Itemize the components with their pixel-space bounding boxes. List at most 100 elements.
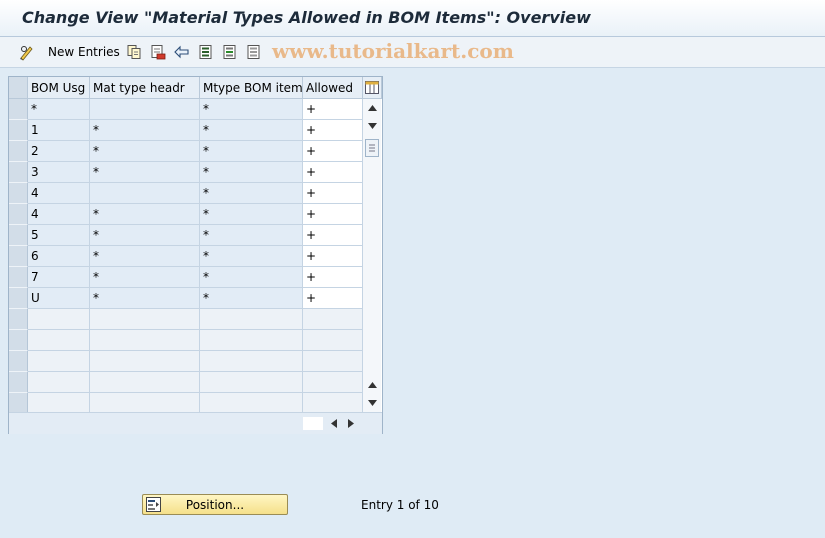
column-header-mtype-bom-item[interactable]: Mtype BOM item xyxy=(200,77,303,99)
cell-mtype-bom-item: * xyxy=(200,99,303,120)
cell-mtype-bom-item: * xyxy=(200,162,303,183)
cell-allowed[interactable]: + xyxy=(303,288,363,309)
application-toolbar: New Entries www.tutorialkart.com xyxy=(0,37,825,68)
cell-mat-type-headr xyxy=(90,393,200,414)
copy-icon[interactable] xyxy=(126,42,142,62)
cell-bom-usg: 2 xyxy=(28,141,90,162)
cell-allowed[interactable]: + xyxy=(303,99,363,120)
cell-allowed[interactable]: + xyxy=(303,162,363,183)
row-selector[interactable] xyxy=(9,267,28,288)
column-header-mat-type-headr[interactable]: Mat type headr xyxy=(90,77,200,99)
cell-bom-usg: 4 xyxy=(28,183,90,204)
row-selector[interactable] xyxy=(9,99,28,120)
cell-allowed xyxy=(303,351,363,372)
cell-bom-usg xyxy=(28,393,90,414)
new-entries-label: New Entries xyxy=(48,45,120,59)
cell-bom-usg: 1 xyxy=(28,120,90,141)
cell-allowed xyxy=(303,330,363,351)
row-selector[interactable] xyxy=(9,393,28,414)
cell-mtype-bom-item xyxy=(200,372,303,393)
cell-mat-type-headr xyxy=(90,183,200,204)
cell-mat-type-headr: * xyxy=(90,288,200,309)
cell-allowed[interactable]: + xyxy=(303,225,363,246)
cell-bom-usg: 7 xyxy=(28,267,90,288)
row-selector[interactable] xyxy=(9,162,28,183)
cell-bom-usg xyxy=(28,351,90,372)
cell-mtype-bom-item: * xyxy=(200,141,303,162)
horizontal-scrollbar[interactable] xyxy=(9,412,382,434)
cell-mtype-bom-item: * xyxy=(200,267,303,288)
row-selector[interactable] xyxy=(9,246,28,267)
row-selector[interactable] xyxy=(9,372,28,393)
position-button[interactable]: Position... xyxy=(142,494,288,515)
cell-mtype-bom-item xyxy=(200,330,303,351)
cell-allowed[interactable]: + xyxy=(303,183,363,204)
cell-mat-type-headr: * xyxy=(90,246,200,267)
deselect-all-icon[interactable] xyxy=(246,42,262,62)
cell-mtype-bom-item: * xyxy=(200,204,303,225)
cell-mtype-bom-item xyxy=(200,351,303,372)
cell-mtype-bom-item: * xyxy=(200,183,303,204)
cell-mat-type-headr: * xyxy=(90,120,200,141)
cell-mtype-bom-item: * xyxy=(200,246,303,267)
title-bar: Change View "Material Types Allowed in B… xyxy=(0,0,825,37)
cell-mat-type-headr xyxy=(90,99,200,120)
select-all-corner[interactable] xyxy=(9,77,28,99)
pencil-glasses-icon[interactable] xyxy=(18,42,36,62)
page-down-up-icon[interactable] xyxy=(365,378,379,392)
cell-allowed xyxy=(303,393,363,414)
scroll-thumb[interactable] xyxy=(365,139,379,157)
cell-allowed[interactable]: + xyxy=(303,267,363,288)
cell-mat-type-headr: * xyxy=(90,267,200,288)
cell-allowed[interactable]: + xyxy=(303,141,363,162)
cell-mat-type-headr: * xyxy=(90,162,200,183)
row-selector[interactable] xyxy=(9,288,28,309)
undo-icon[interactable] xyxy=(173,42,191,62)
cell-mtype-bom-item xyxy=(200,309,303,330)
row-selector[interactable] xyxy=(9,330,28,351)
cell-mat-type-headr xyxy=(90,309,200,330)
row-selector[interactable] xyxy=(9,204,28,225)
vertical-scrollbar[interactable] xyxy=(363,99,381,412)
cell-mat-type-headr: * xyxy=(90,225,200,246)
cell-bom-usg: * xyxy=(28,99,90,120)
page-up-icon[interactable] xyxy=(365,119,379,133)
horizontal-scroll-track[interactable] xyxy=(303,417,323,430)
cell-allowed[interactable]: + xyxy=(303,204,363,225)
row-selector[interactable] xyxy=(9,120,28,141)
watermark: www.tutorialkart.com xyxy=(272,39,514,63)
cell-bom-usg xyxy=(28,309,90,330)
scroll-right-icon[interactable] xyxy=(344,416,358,430)
row-selector[interactable] xyxy=(9,141,28,162)
scroll-down-icon[interactable] xyxy=(365,396,379,410)
cell-bom-usg xyxy=(28,330,90,351)
scroll-left-icon[interactable] xyxy=(327,416,341,430)
cell-bom-usg: 6 xyxy=(28,246,90,267)
cell-bom-usg: 4 xyxy=(28,204,90,225)
cell-mat-type-headr: * xyxy=(90,204,200,225)
row-selector[interactable] xyxy=(9,351,28,372)
cell-mat-type-headr xyxy=(90,372,200,393)
cell-mtype-bom-item xyxy=(200,393,303,414)
cell-mat-type-headr xyxy=(90,330,200,351)
select-block-icon[interactable] xyxy=(222,42,238,62)
table-settings-icon[interactable] xyxy=(363,77,382,99)
cell-mat-type-headr xyxy=(90,351,200,372)
row-selector[interactable] xyxy=(9,183,28,204)
column-header-allowed[interactable]: Allowed xyxy=(303,77,363,99)
select-all-icon[interactable] xyxy=(198,42,214,62)
entry-count: Entry 1 of 10 xyxy=(361,498,439,512)
cell-bom-usg: 3 xyxy=(28,162,90,183)
row-selector[interactable] xyxy=(9,225,28,246)
new-entries-button[interactable]: New Entries xyxy=(48,42,120,62)
cell-allowed[interactable]: + xyxy=(303,120,363,141)
row-selector[interactable] xyxy=(9,309,28,330)
column-header-bom-usg[interactable]: BOM Usg xyxy=(28,77,90,99)
delete-icon[interactable] xyxy=(150,42,166,62)
cell-mat-type-headr: * xyxy=(90,141,200,162)
table-control: BOM Usg Mat type headr Mtype BOM item Al… xyxy=(8,76,383,434)
cell-allowed[interactable]: + xyxy=(303,246,363,267)
cell-bom-usg: 5 xyxy=(28,225,90,246)
scroll-up-icon[interactable] xyxy=(365,101,379,115)
cell-allowed xyxy=(303,309,363,330)
